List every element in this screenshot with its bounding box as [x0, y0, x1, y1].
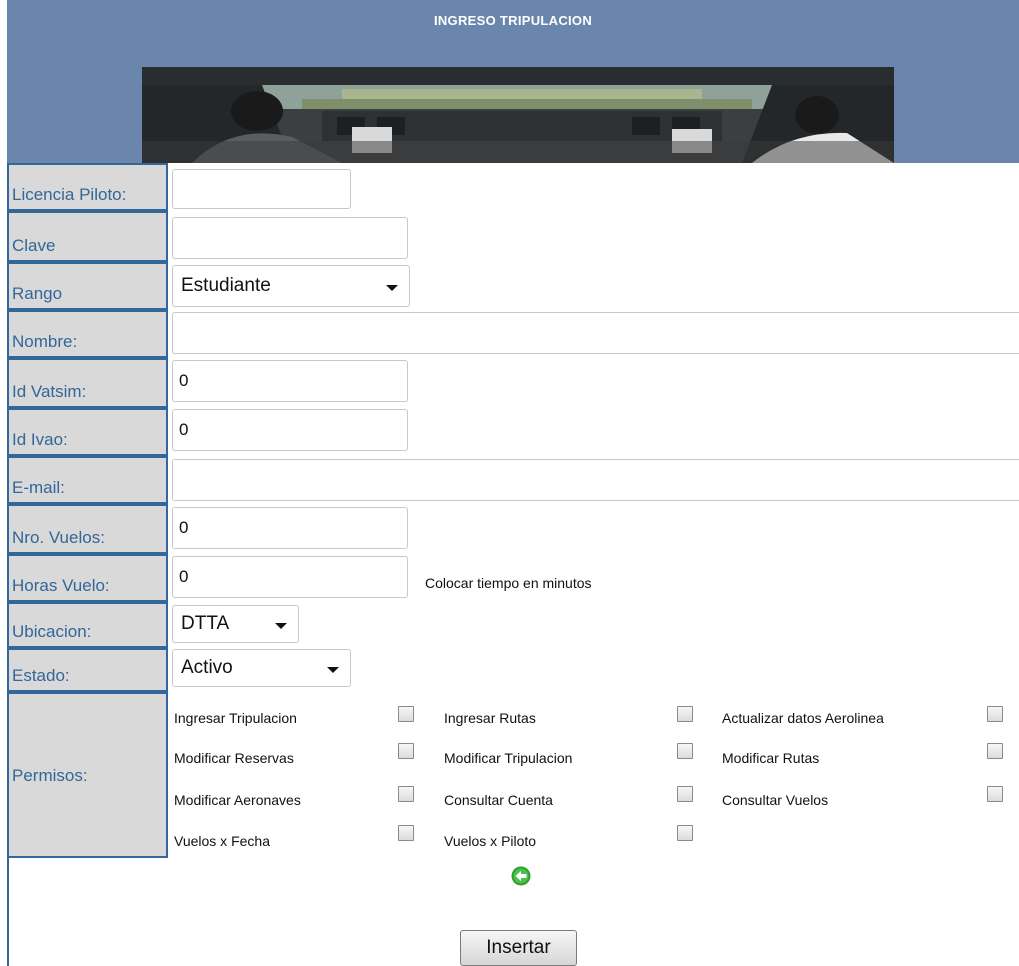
- vuelos-input[interactable]: 0: [172, 507, 408, 549]
- perm-label: Vuelos x Fecha: [174, 833, 270, 849]
- rango-select[interactable]: Estudiante: [172, 265, 410, 307]
- perm-label: Consultar Cuenta: [444, 792, 553, 808]
- label-rango: Rango: [7, 262, 168, 310]
- perm-checkbox[interactable]: [398, 786, 414, 802]
- label-ivao: Id Ivao:: [7, 408, 168, 456]
- perm-checkbox[interactable]: [677, 786, 693, 802]
- label-horas: Horas Vuelo:: [7, 554, 168, 602]
- page-title: INGRESO TRIPULACION: [433, 13, 593, 28]
- estado-value: Activo: [181, 657, 233, 678]
- label-ubicacion: Ubicacion:: [7, 602, 168, 648]
- back-arrow-icon[interactable]: [511, 866, 531, 886]
- perm-checkbox[interactable]: [677, 743, 693, 759]
- nombre-input[interactable]: [172, 312, 1019, 354]
- perm-checkbox[interactable]: [398, 743, 414, 759]
- label-nombre: Nombre:: [7, 310, 168, 358]
- perm-checkbox[interactable]: [677, 825, 693, 841]
- perm-label: Modificar Reservas: [174, 750, 294, 766]
- perm-checkbox[interactable]: [398, 706, 414, 722]
- chevron-down-icon: [327, 666, 339, 673]
- insert-button[interactable]: Insertar: [460, 930, 577, 966]
- perm-label: Vuelos x Piloto: [444, 833, 537, 849]
- perm-label: Consultar Vuelos: [722, 792, 829, 808]
- ivao-input[interactable]: 0: [172, 409, 408, 451]
- label-licencia: Licencia Piloto:: [7, 163, 168, 211]
- perm-label: Actualizar datos Aerolinea: [722, 710, 884, 726]
- perm-checkbox[interactable]: [987, 706, 1003, 722]
- perm-label: Ingresar Rutas: [444, 710, 536, 726]
- perm-checkbox[interactable]: [987, 743, 1003, 759]
- rango-value: Estudiante: [181, 275, 271, 296]
- vatsim-input[interactable]: 0: [172, 360, 408, 402]
- perm-label: Modificar Aeronaves: [174, 792, 301, 808]
- chevron-down-icon: [275, 622, 287, 629]
- estado-select[interactable]: Activo: [172, 649, 351, 687]
- licencia-input[interactable]: [172, 169, 351, 209]
- horas-hint: Colocar tiempo en minutos: [425, 575, 592, 591]
- perm-label: Modificar Tripulacion: [444, 750, 573, 766]
- perm-checkbox[interactable]: [987, 786, 1003, 802]
- ubicacion-value: DTTA: [181, 613, 230, 634]
- label-vatsim: Id Vatsim:: [7, 358, 168, 408]
- label-email: E-mail:: [7, 456, 168, 504]
- cockpit-image: [142, 67, 894, 163]
- ubicacion-select[interactable]: DTTA: [172, 605, 299, 643]
- label-permisos: Permisos:: [7, 692, 168, 858]
- clave-input[interactable]: [172, 217, 408, 259]
- horas-input[interactable]: 0: [172, 556, 408, 598]
- perm-label: Modificar Rutas: [722, 750, 820, 766]
- perm-label: Ingresar Tripulacion: [174, 710, 297, 726]
- perm-checkbox[interactable]: [398, 825, 414, 841]
- email-input[interactable]: [172, 459, 1019, 501]
- perm-checkbox[interactable]: [677, 706, 693, 722]
- label-vuelos: Nro. Vuelos:: [7, 504, 168, 554]
- chevron-down-icon: [386, 284, 398, 291]
- label-estado: Estado:: [7, 648, 168, 692]
- label-clave: Clave: [7, 211, 168, 262]
